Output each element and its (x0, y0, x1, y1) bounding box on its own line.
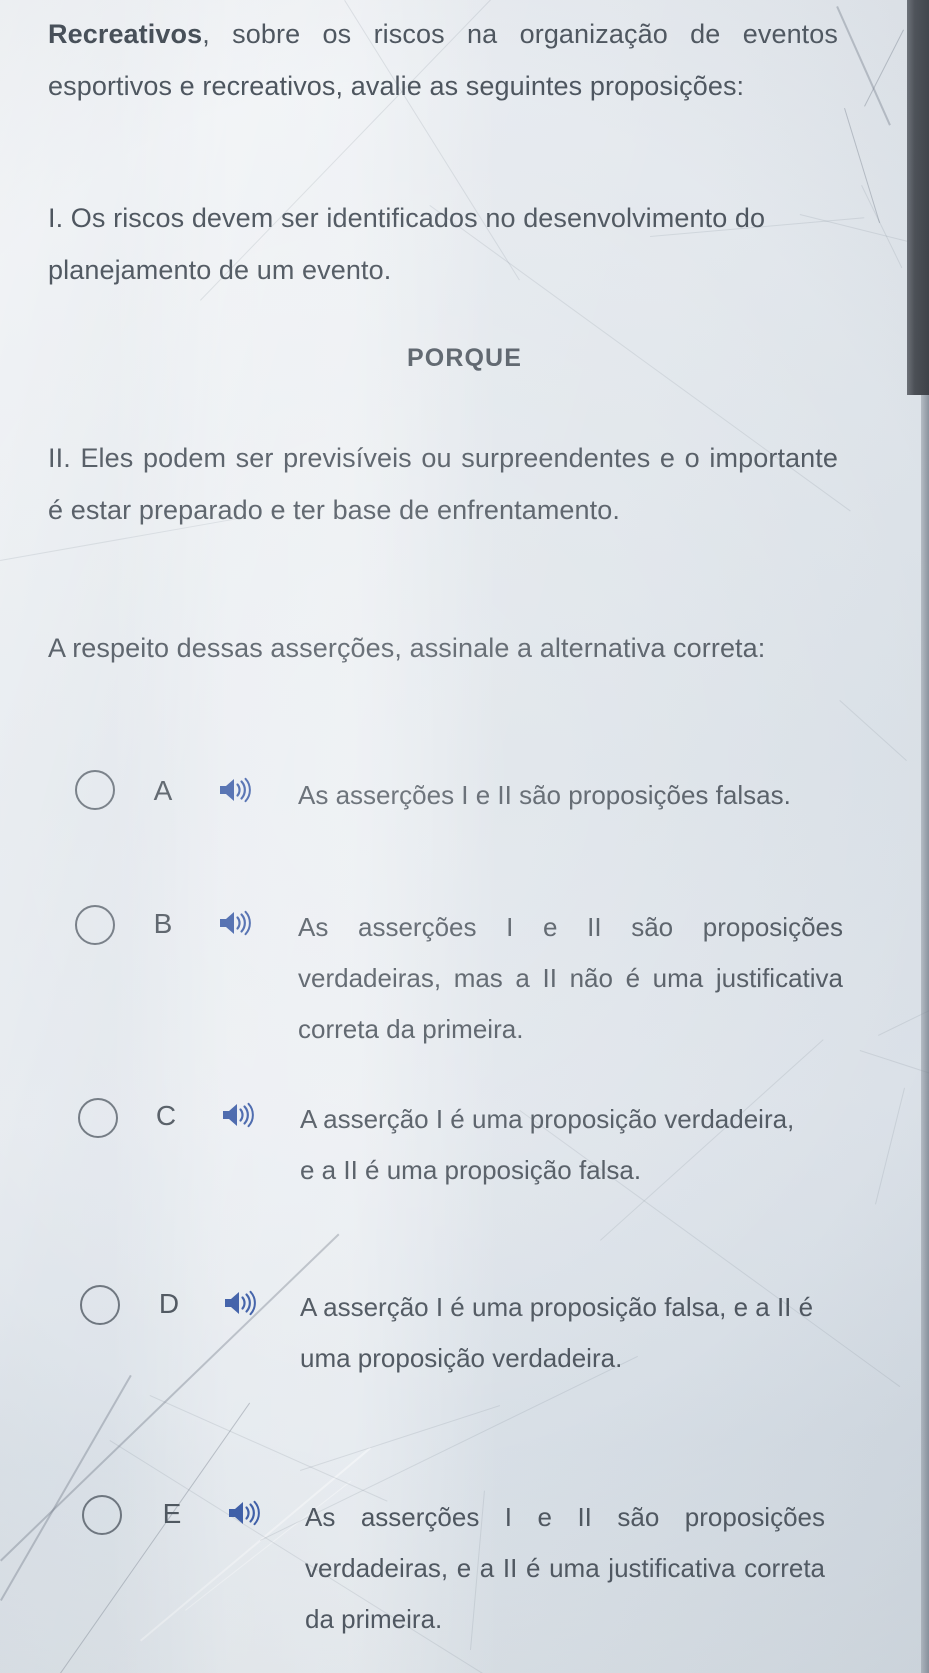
volume-speaker-icon[interactable] (217, 775, 251, 805)
porque-connector: PORQUE (407, 344, 522, 372)
option-letter-d: D (158, 1288, 180, 1319)
option-letter-c: C (155, 1100, 177, 1131)
instruction-text: A respeito dessas asserções, assinale a … (48, 633, 766, 663)
option-letter-b: B (153, 908, 173, 939)
intro-bold-term: Recreativos (48, 19, 203, 49)
device-edge-right (921, 395, 929, 1673)
volume-speaker-icon[interactable] (217, 908, 251, 938)
option-text-e: As asserções I e II são proposições verd… (305, 1502, 825, 1634)
volume-speaker-icon[interactable] (222, 1288, 256, 1318)
intro-paragraph: Recreativos, sobre os riscos na organiza… (48, 8, 838, 112)
assertion-one: I. Os riscos devem ser identificados no … (48, 203, 766, 285)
radio-button-c[interactable] (78, 1098, 118, 1138)
volume-speaker-icon[interactable] (226, 1498, 260, 1528)
option-text-c: A asserção I é uma proposição verdadeira… (300, 1104, 795, 1185)
device-bezel-right (907, 0, 929, 395)
option-text-d: A asserção I é uma proposição falsa, e a… (300, 1292, 814, 1373)
option-text-b: As asserções I e II são proposições verd… (298, 912, 843, 1044)
radio-button-e[interactable] (82, 1495, 122, 1535)
radio-button-a[interactable] (75, 770, 115, 810)
radio-button-d[interactable] (80, 1285, 120, 1325)
volume-speaker-icon[interactable] (220, 1100, 254, 1130)
option-letter-a: A (153, 775, 173, 806)
assertion-two: II. Eles podem ser previsíveis ou surpre… (48, 443, 838, 525)
radio-button-b[interactable] (75, 905, 115, 945)
question-content: Recreativos, sobre os riscos na organiza… (0, 0, 929, 1673)
option-letter-e: E (162, 1498, 182, 1529)
option-text-a: As asserções I e II são proposições fals… (298, 780, 791, 810)
question-screenshot: Recreativos, sobre os riscos na organiza… (0, 0, 929, 1673)
